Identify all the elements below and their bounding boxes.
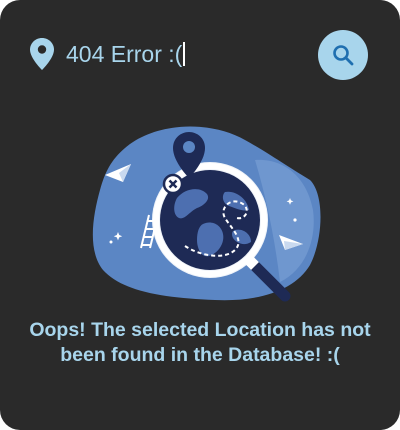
- x-marker-icon: [162, 173, 184, 195]
- not-found-message: Oops! The selected Location has not been…: [29, 319, 371, 366]
- map-pin-icon: [30, 38, 54, 70]
- lost-location-illustration: [85, 120, 325, 310]
- text-cursor: [183, 41, 186, 66]
- location-input[interactable]: 404 Error :(: [66, 36, 296, 72]
- location-search-bar: 404 Error :(: [30, 30, 370, 80]
- search-button[interactable]: [318, 30, 368, 80]
- location-input-value: 404 Error :(: [66, 41, 183, 67]
- search-icon: [333, 45, 354, 66]
- weather-card: 404 Error :(Oops! The selected Location…: [0, 0, 400, 430]
